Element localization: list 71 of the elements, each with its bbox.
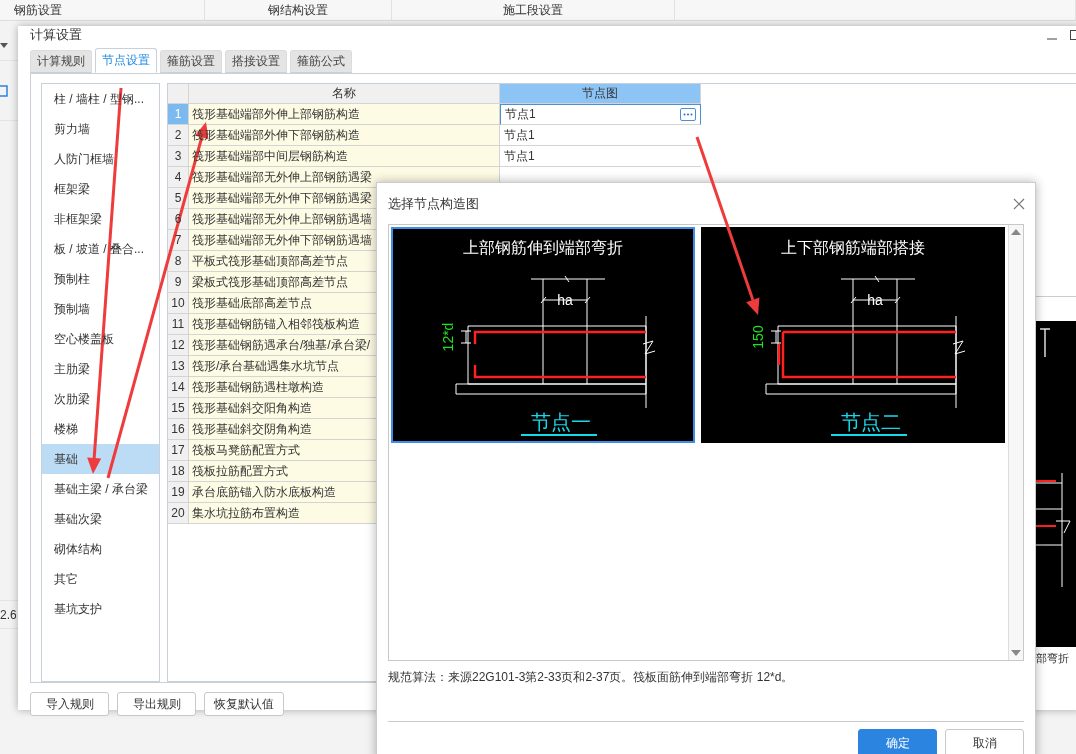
row-number[interactable]: 8 [168, 251, 189, 272]
node-value: 节点1 [504, 126, 535, 144]
node-value: 节点1 [505, 106, 536, 123]
ellipsis-icon [683, 113, 693, 116]
rule-button[interactable]: 恢复默认值 [204, 692, 284, 716]
node-option[interactable]: 上下部钢筋端部搭接 ha 150 节点二 [701, 227, 1005, 443]
top-tab[interactable]: 钢结构设置 [205, 0, 392, 20]
row-number[interactable]: 12 [168, 335, 189, 356]
width-label: ha [867, 292, 883, 308]
column-header: 名称 [189, 84, 500, 104]
category-item[interactable]: 砌体结构 [42, 534, 159, 564]
category-item[interactable]: 基础主梁 / 承台梁 [42, 474, 159, 504]
category-item[interactable]: 主肋梁 [42, 354, 159, 384]
category-item[interactable]: 基础次梁 [42, 504, 159, 534]
cancel-button[interactable]: 取消 [945, 729, 1024, 754]
column-header: 节点图 [500, 84, 701, 104]
rule-button[interactable]: 导出规则 [117, 692, 196, 716]
settings-tab[interactable]: 搭接设置 [225, 50, 287, 73]
checkbox-icon[interactable] [0, 84, 8, 97]
caret-icon[interactable] [0, 43, 8, 48]
confirm-button[interactable]: 确定 [858, 729, 937, 754]
category-item[interactable]: 人防门框墙 [42, 144, 159, 174]
category-item[interactable]: 预制墙 [42, 294, 159, 324]
close-icon[interactable] [1013, 197, 1025, 210]
settings-tab[interactable]: 计算规则 [30, 50, 92, 73]
dimension-label: 150 [750, 325, 766, 349]
row-number[interactable]: 10 [168, 293, 189, 314]
row-number[interactable]: 13 [168, 356, 189, 377]
category-item[interactable]: 框架梁 [42, 174, 159, 204]
row-number[interactable]: 14 [168, 377, 189, 398]
row-number[interactable]: 11 [168, 314, 189, 335]
rule-note: 规范算法：来源22G101-3第2-33页和2-37页。筏板面筋伸到端部弯折 12*d。 [387, 669, 795, 686]
row-number[interactable]: 19 [168, 482, 189, 503]
row-number[interactable]: 20 [168, 503, 189, 524]
category-item[interactable]: 楼梯 [42, 414, 159, 444]
settings-tab[interactable]: 箍筋设置 [160, 50, 222, 73]
top-tab[interactable]: 钢筋设置 [0, 0, 205, 20]
category-item[interactable]: 其它 [42, 564, 159, 594]
scrollbar[interactable] [1008, 225, 1023, 660]
row-number[interactable]: 17 [168, 440, 189, 461]
settings-tab[interactable]: 箍筋公式 [290, 50, 352, 73]
row-number[interactable]: 2 [168, 125, 189, 146]
category-item[interactable]: 非框架梁 [42, 204, 159, 234]
row-number[interactable]: 15 [168, 398, 189, 419]
node-caption[interactable]: 节点一 [531, 411, 591, 433]
drawing-title: 上下部钢筋端部搭接 [781, 239, 925, 256]
row-number[interactable]: 3 [168, 146, 189, 167]
scroll-down-icon[interactable] [1010, 649, 1022, 657]
row-number[interactable]: 4 [168, 167, 189, 188]
category-item[interactable]: 次肋梁 [42, 384, 159, 414]
node-caption[interactable]: 节点二 [841, 411, 901, 433]
row-number[interactable]: 18 [168, 461, 189, 482]
category-item[interactable]: 基坑支护 [42, 594, 159, 624]
width-label: ha [557, 292, 573, 308]
settings-tab[interactable]: 节点设置 [95, 48, 157, 73]
node-value: 节点1 [504, 147, 535, 165]
drawing-caption: 部弯折 [1036, 651, 1070, 666]
scroll-up-icon[interactable] [1010, 228, 1022, 236]
rule-button[interactable]: 导入规则 [30, 692, 109, 716]
side-value: 2.6 [0, 607, 17, 622]
window-title: 计算设置 [30, 26, 82, 44]
more-button[interactable] [680, 108, 696, 121]
node-option[interactable]: 上部钢筋伸到端部弯折 ha 12*d 节点一 [391, 227, 695, 443]
table-cell[interactable]: 节点1 [500, 104, 701, 125]
row-number[interactable]: 9 [168, 272, 189, 293]
category-item[interactable]: 剪力墙 [42, 114, 159, 144]
table-cell: 筏形基础端部外伸上部钢筋构造 [189, 104, 500, 125]
category-item[interactable]: 基础 [42, 444, 159, 474]
row-number[interactable]: 16 [168, 419, 189, 440]
top-tab[interactable]: 施工段设置 [392, 0, 675, 20]
category-item[interactable]: 预制柱 [42, 264, 159, 294]
